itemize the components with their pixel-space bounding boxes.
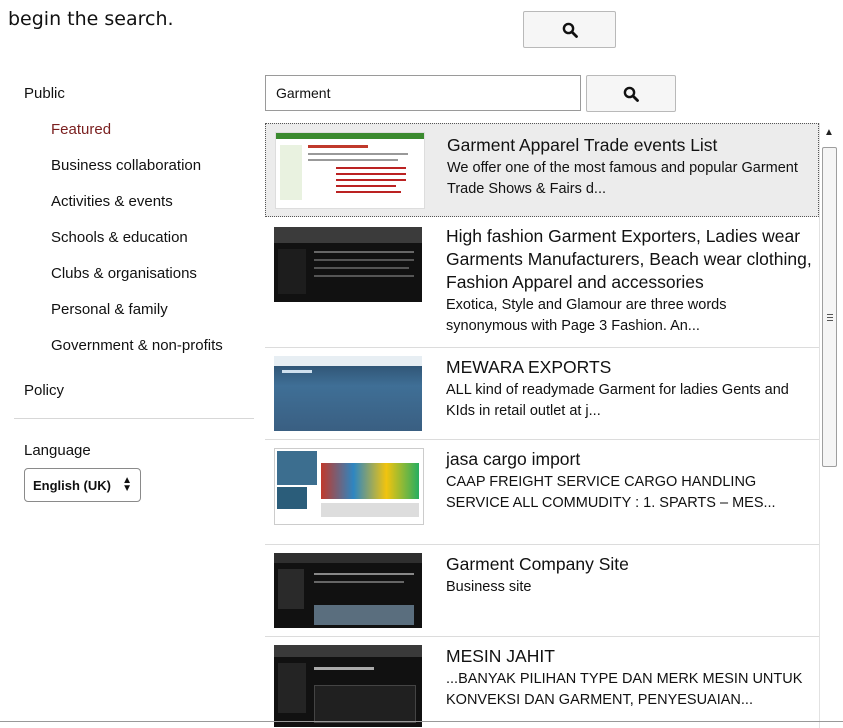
result-item[interactable]: MEWARA EXPORTS ALL kind of readymade Gar… <box>265 348 819 440</box>
result-thumbnail <box>274 645 422 727</box>
result-thumbnail <box>274 356 422 431</box>
grip-icon <box>827 314 833 323</box>
language-select[interactable]: English (UK) ▲ ▼ <box>24 468 141 502</box>
result-title[interactable]: High fashion Garment Exporters, Ladies w… <box>446 225 814 294</box>
search-input[interactable]: Garment <box>265 75 581 111</box>
language-label: Language <box>24 442 91 459</box>
sidebar-divider <box>14 418 254 419</box>
results-list[interactable]: Garment Apparel Trade events List We off… <box>265 123 819 728</box>
result-title[interactable]: MEWARA EXPORTS <box>446 356 814 379</box>
sidebar-public-heading[interactable]: Public <box>24 85 65 102</box>
sidebar-item-schools-education[interactable]: Schools & education <box>51 229 188 246</box>
scroll-up-arrow-icon[interactable]: ▲ <box>824 127 834 138</box>
search-input-value: Garment <box>276 85 331 101</box>
result-item[interactable]: Garment Apparel Trade events List We off… <box>265 123 819 217</box>
result-thumbnail <box>274 448 424 525</box>
result-description: CAAP FREIGHT SERVICE CARGO HANDLING SERV… <box>446 474 776 511</box>
result-description: Business site <box>446 579 532 595</box>
select-arrows-icon: ▲ ▼ <box>122 475 132 494</box>
result-thumbnail <box>274 227 422 302</box>
sidebar-item-featured[interactable]: Featured <box>51 121 111 138</box>
result-title[interactable]: Garment Apparel Trade events List <box>447 134 815 157</box>
result-title[interactable]: MESIN JAHIT <box>446 645 814 668</box>
search-icon <box>623 86 639 102</box>
scroll-thumb[interactable] <box>822 147 837 467</box>
result-item[interactable]: Garment Company Site Business site <box>265 545 819 637</box>
sidebar-item-personal-family[interactable]: Personal & family <box>51 301 168 318</box>
result-thumbnail <box>274 553 422 628</box>
result-thumbnail <box>275 132 425 209</box>
search-button[interactable] <box>586 75 676 112</box>
sidebar-policy-heading[interactable]: Policy <box>24 382 64 399</box>
language-select-value: English (UK) <box>33 477 111 493</box>
result-description: ...BANYAK PILIHAN TYPE DAN MERK MESIN UN… <box>446 671 803 708</box>
result-description: We offer one of the most famous and popu… <box>447 160 798 197</box>
result-description: ALL kind of readymade Garment for ladies… <box>446 382 789 419</box>
result-item[interactable]: High fashion Garment Exporters, Ladies w… <box>265 217 819 348</box>
bottom-divider <box>0 721 843 722</box>
sidebar-item-activities-events[interactable]: Activities & events <box>51 193 173 210</box>
result-title[interactable]: jasa cargo import <box>446 448 814 471</box>
result-item[interactable]: MESIN JAHIT ...BANYAK PILIHAN TYPE DAN M… <box>265 637 819 728</box>
result-title[interactable]: Garment Company Site <box>446 553 814 576</box>
sidebar-item-clubs-organisations[interactable]: Clubs & organisations <box>51 265 197 282</box>
sidebar-item-business-collaboration[interactable]: Business collaboration <box>51 157 201 174</box>
results-scrollbar[interactable]: ▲ <box>819 123 841 728</box>
search-icon <box>562 22 578 38</box>
result-description: Exotica, Style and Glamour are three wor… <box>446 297 727 334</box>
result-item[interactable]: jasa cargo import CAAP FREIGHT SERVICE C… <box>265 440 819 545</box>
intro-text: begin the search. <box>8 8 174 30</box>
sidebar-item-government-nonprofits[interactable]: Government & non-profits <box>51 337 223 354</box>
top-search-button[interactable] <box>523 11 616 48</box>
